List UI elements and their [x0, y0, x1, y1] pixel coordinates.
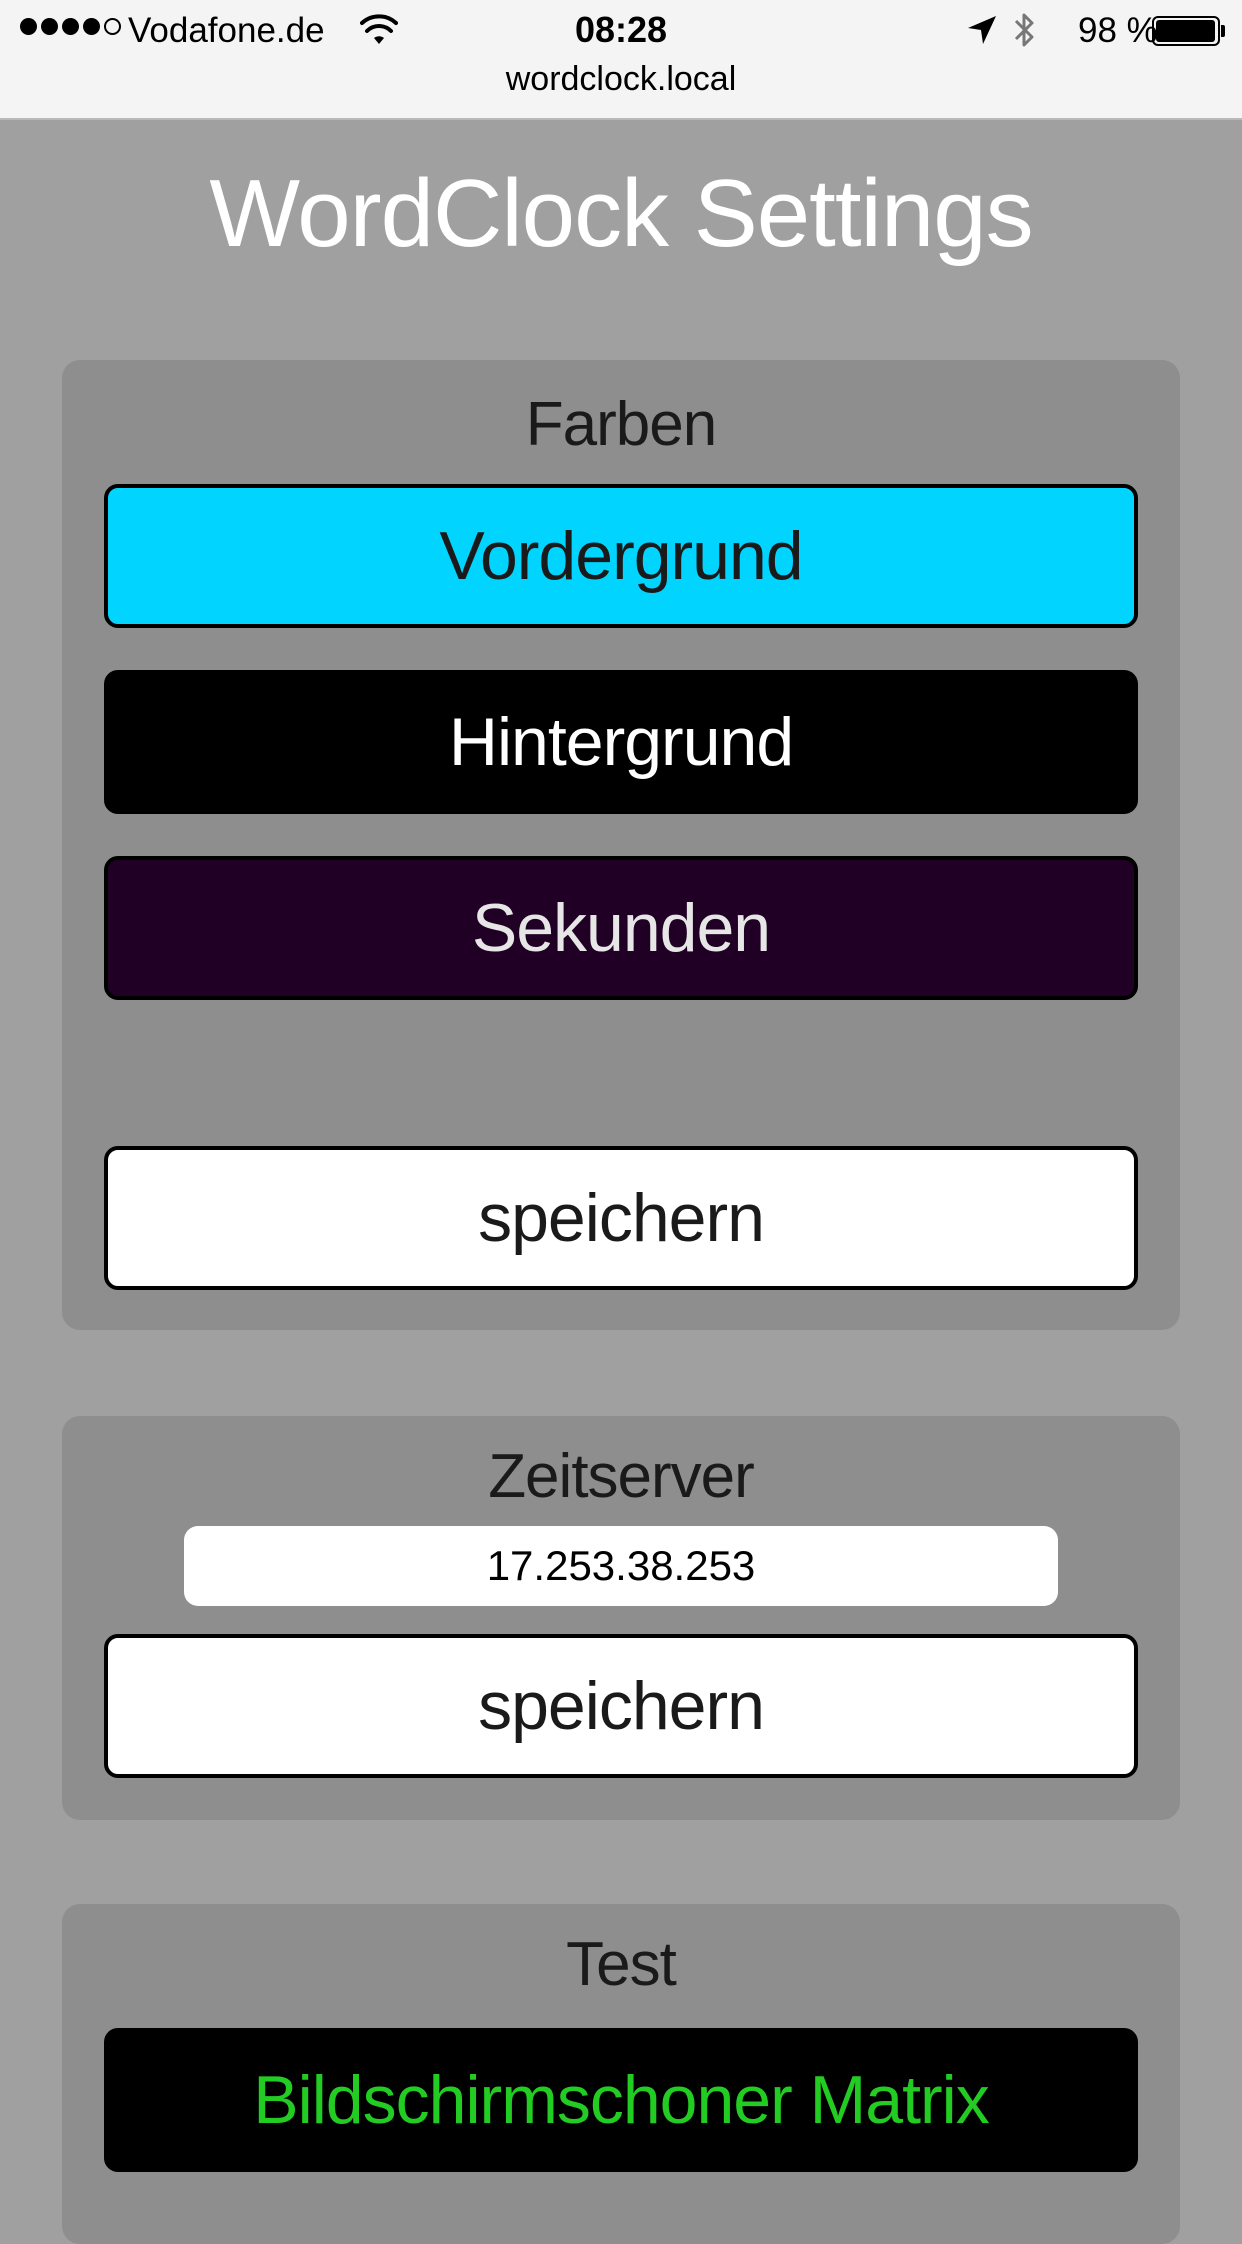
location-arrow-icon	[968, 16, 996, 44]
matrix-screensaver-button[interactable]: Bildschirmschoner Matrix	[104, 2028, 1138, 2172]
test-panel: Test Bildschirmschoner Matrix	[62, 1904, 1180, 2244]
seconds-color-button[interactable]: Sekunden	[104, 856, 1138, 1000]
timeserver-panel: Zeitserver speichern	[62, 1416, 1180, 1820]
timeserver-input[interactable]	[184, 1526, 1058, 1606]
battery-nub	[1221, 25, 1225, 37]
page-title: WordClock Settings	[209, 160, 1033, 267]
battery-icon	[1152, 16, 1220, 46]
status-time: 08:28	[574, 9, 668, 50]
battery-percentage: 98 %	[1078, 11, 1158, 50]
status-bar: Vodafone.de 08:28 98 %	[0, 0, 1242, 62]
save-colors-button[interactable]: speichern	[104, 1146, 1138, 1290]
bluetooth-icon	[1014, 13, 1034, 47]
colors-panel: Farben Vordergrund Hintergrund Sekunden …	[62, 360, 1180, 1330]
save-timeserver-button[interactable]: speichern	[104, 1634, 1138, 1778]
battery-fill	[1156, 20, 1215, 42]
test-section-title: Test	[566, 1930, 677, 1999]
timeserver-section-title: Zeitserver	[488, 1442, 755, 1511]
colors-section-title: Farben	[525, 390, 717, 459]
background-color-button[interactable]: Hintergrund	[104, 670, 1138, 814]
browser-top-bar: Vodafone.de 08:28 98 % wordclock.local	[0, 0, 1242, 120]
foreground-color-button[interactable]: Vordergrund	[104, 484, 1138, 628]
address-bar-url[interactable]: wordclock.local	[0, 58, 1242, 100]
